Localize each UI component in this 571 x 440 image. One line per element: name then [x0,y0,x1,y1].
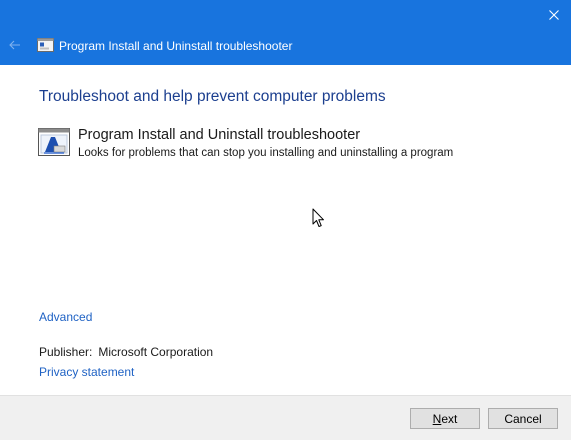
next-label-rest: ext [441,411,458,426]
close-icon [549,10,559,20]
publisher-value: Microsoft Corporation [98,345,214,359]
window-title: Program Install and Uninstall troublesho… [59,39,293,53]
troubleshooter-app-icon [37,38,54,52]
close-button[interactable] [543,4,565,26]
mouse-pointer-icon [312,208,324,227]
cancel-button[interactable]: Cancel [488,408,558,429]
next-access-key: N [432,411,442,426]
troubleshooter-description: Looks for problems that can stop you ins… [78,147,454,159]
privacy-statement-link[interactable]: Privacy statement [39,365,134,380]
back-arrow-icon [9,40,20,50]
advanced-link[interactable]: Advanced [39,310,92,325]
publisher-info: Publisher: Microsoft Corporation [39,345,213,360]
publisher-label: Publisher: [39,345,93,359]
back-button[interactable] [4,34,26,56]
title-bar: Program Install and Uninstall troublesho… [0,0,571,65]
page-heading: Troubleshoot and help prevent computer p… [39,88,386,105]
footer-bar: Next Cancel [0,395,571,440]
content-area: Troubleshoot and help prevent computer p… [0,65,571,395]
troubleshooter-title[interactable]: Program Install and Uninstall troublesho… [78,126,360,144]
next-button[interactable]: Next [410,408,480,429]
program-install-troubleshooter-icon [38,128,70,156]
